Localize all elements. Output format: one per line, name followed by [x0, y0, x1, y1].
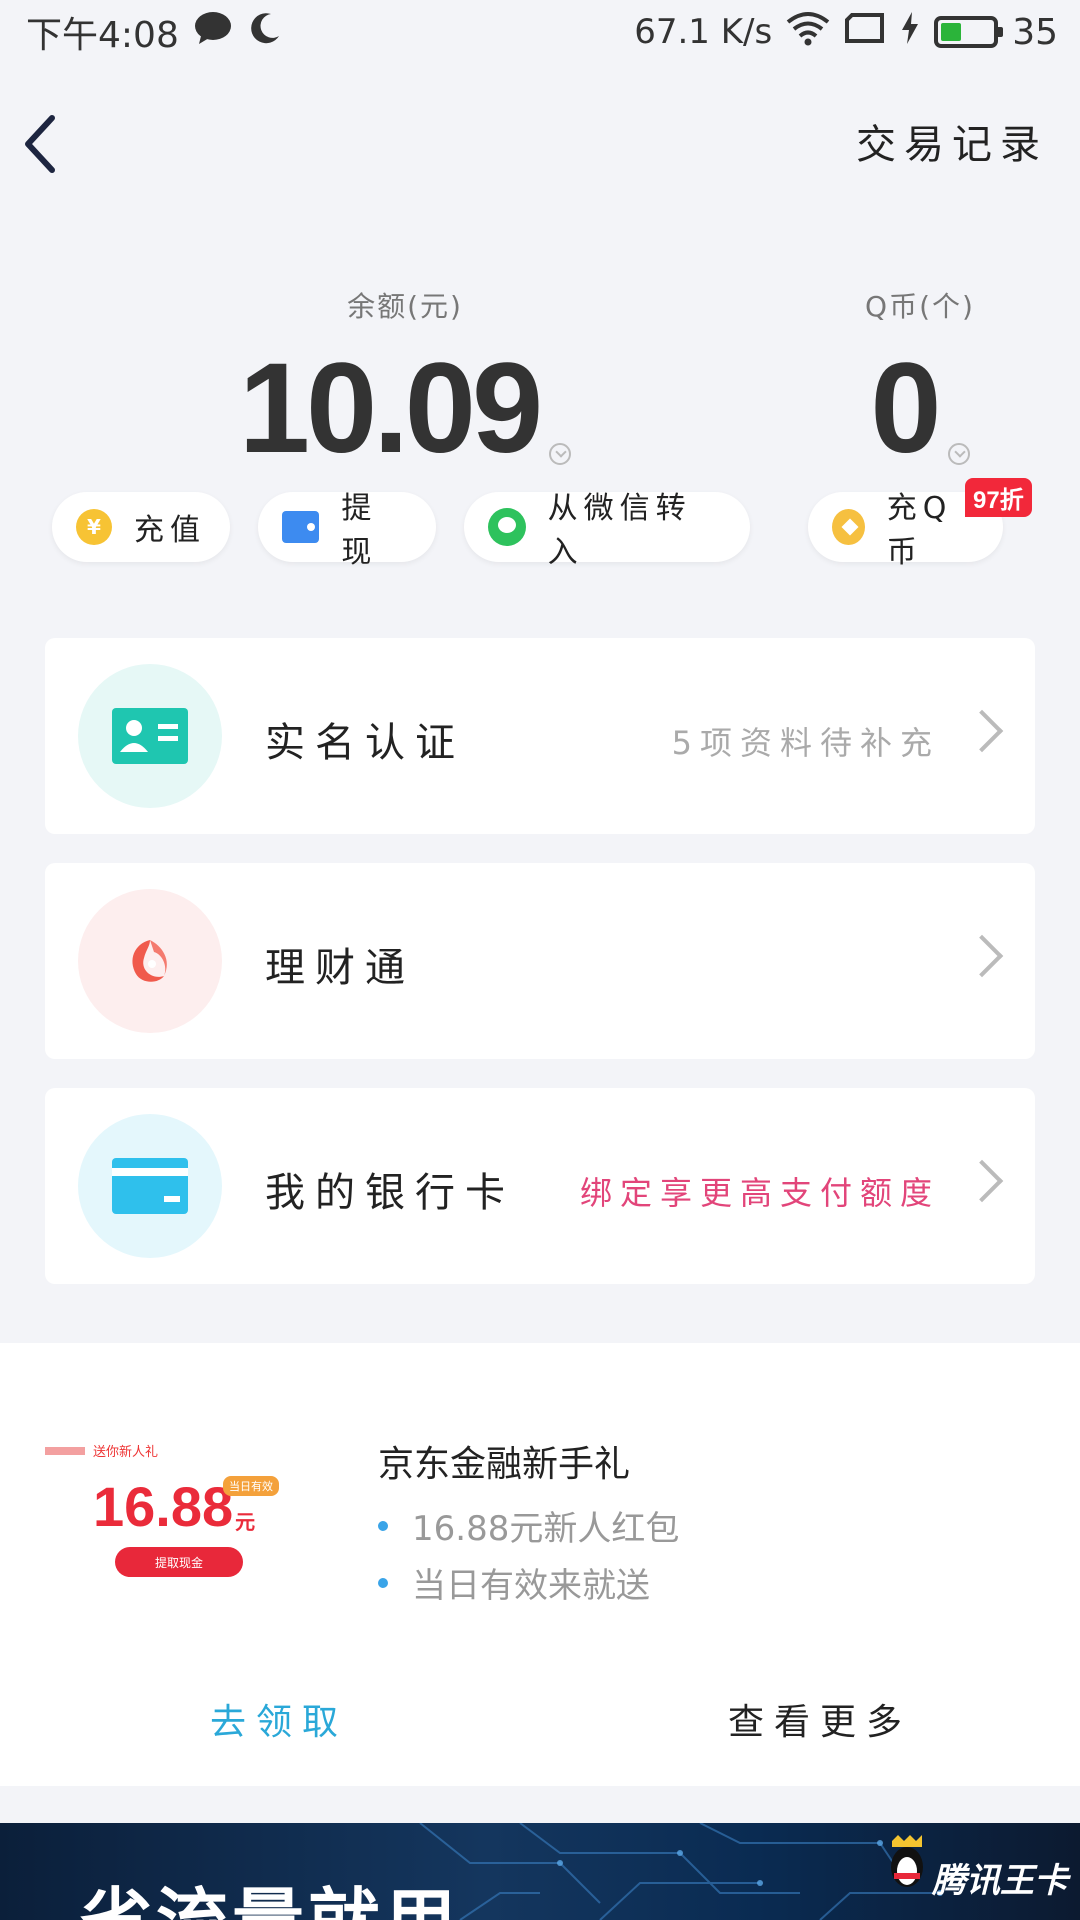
qcoin-icon: [832, 509, 865, 545]
card-hint: 5项资料待补充: [671, 724, 940, 762]
yuan-coin-icon: ¥: [76, 509, 112, 545]
promo-bullet-text: 16.88元新人红包: [412, 1509, 680, 1549]
claim-button[interactable]: 去领取: [210, 1693, 348, 1745]
card-hint: 绑定享更高支付额度: [579, 1174, 940, 1212]
card-title: 实名认证: [265, 720, 465, 766]
banner-headline: 省流量就用: [80, 1863, 460, 1920]
status-bar: 下午4:08 67.1 K/s 35: [0, 0, 1080, 64]
wechat-icon: [488, 508, 526, 546]
balance-value: 10.09: [238, 337, 543, 480]
chevron-down-icon[interactable]: [549, 443, 572, 465]
withdraw-button[interactable]: 提现: [258, 491, 436, 570]
chevron-left-icon: [25, 115, 55, 173]
no-sim-icon: [844, 12, 886, 53]
promo-bullet: 当日有效来就送: [378, 1558, 650, 1607]
qcoin-value: 0: [870, 337, 941, 480]
promo-image-badge: 当日有效: [223, 1476, 279, 1496]
net-speed: 67.1 K/s: [634, 12, 773, 52]
promo-title: 京东金融新手礼: [378, 1444, 631, 1485]
card-my-bank-card[interactable]: 我的银行卡 绑定享更高支付额度: [45, 1088, 1035, 1284]
header: 交易记录: [0, 90, 1080, 190]
bullet-dot: [378, 1577, 388, 1588]
battery-icon: [934, 16, 1004, 48]
transaction-history-link[interactable]: 交易记录: [856, 112, 1048, 170]
licaitong-icon: [78, 889, 222, 1033]
promo-image-unit: 元: [235, 1510, 256, 1534]
qcoin-label: Q币(个): [865, 290, 975, 323]
bullet-dot: [378, 1520, 388, 1531]
card-licaitong[interactable]: 理财通: [45, 863, 1035, 1059]
balance-section[interactable]: 余额(元) 10.09: [225, 285, 585, 473]
banner-brand: 腾讯王卡: [932, 1861, 1068, 1901]
promo-image-tag: 送你新人礼: [93, 1445, 159, 1460]
penguin-mascot-icon: [891, 1835, 923, 1887]
charging-bolt-icon: [900, 11, 920, 53]
withdraw-label: 提现: [341, 491, 378, 570]
bank-card-icon: [78, 1114, 222, 1258]
wallet-icon: [282, 511, 320, 543]
chevron-right-icon: [960, 934, 1004, 978]
promo-image-amount: 16.88: [93, 1475, 234, 1538]
chevron-right-icon: [960, 1159, 1004, 1203]
ad-banner[interactable]: 省流量就用 腾讯王卡: [0, 1823, 1080, 1920]
promo-image-button: 提取现金: [115, 1547, 243, 1577]
message-bubble-icon: [193, 10, 233, 55]
recharge-label: 充值: [134, 513, 206, 548]
promo-bullet: 16.88元新人红包: [378, 1501, 679, 1550]
chevron-down-icon[interactable]: [947, 443, 970, 465]
moon-icon: [247, 10, 283, 55]
promo-bullet-text: 当日有效来就送: [412, 1566, 650, 1606]
qcoin-section[interactable]: Q币(个) 0: [830, 285, 1010, 473]
card-real-name-verification[interactable]: 实名认证 5项资料待补充: [45, 638, 1035, 834]
battery-percent: 35: [1012, 11, 1058, 53]
status-time: 下午4:08: [26, 15, 179, 56]
promo-section: 送你新人礼 16.88 元 当日有效 提取现金 京东金融新手礼 16.88元新人…: [0, 1343, 1080, 1786]
discount-badge: 97折: [965, 478, 1032, 517]
recharge-button[interactable]: ¥ 充值: [52, 492, 230, 562]
balance-label: 余额(元): [347, 290, 463, 323]
card-title: 我的银行卡: [265, 1170, 515, 1216]
transfer-from-wechat-button[interactable]: 从微信转入: [464, 491, 750, 570]
id-card-icon: [78, 664, 222, 808]
view-more-button[interactable]: 查看更多: [728, 1693, 912, 1745]
wifi-icon: [786, 10, 830, 55]
chevron-right-icon: [960, 709, 1004, 753]
back-button[interactable]: [16, 104, 86, 174]
card-title: 理财通: [265, 945, 415, 991]
transfer-from-wechat-label: 从微信转入: [547, 491, 692, 570]
promo-image[interactable]: 送你新人礼 16.88 元 当日有效 提取现金: [45, 1441, 285, 1591]
